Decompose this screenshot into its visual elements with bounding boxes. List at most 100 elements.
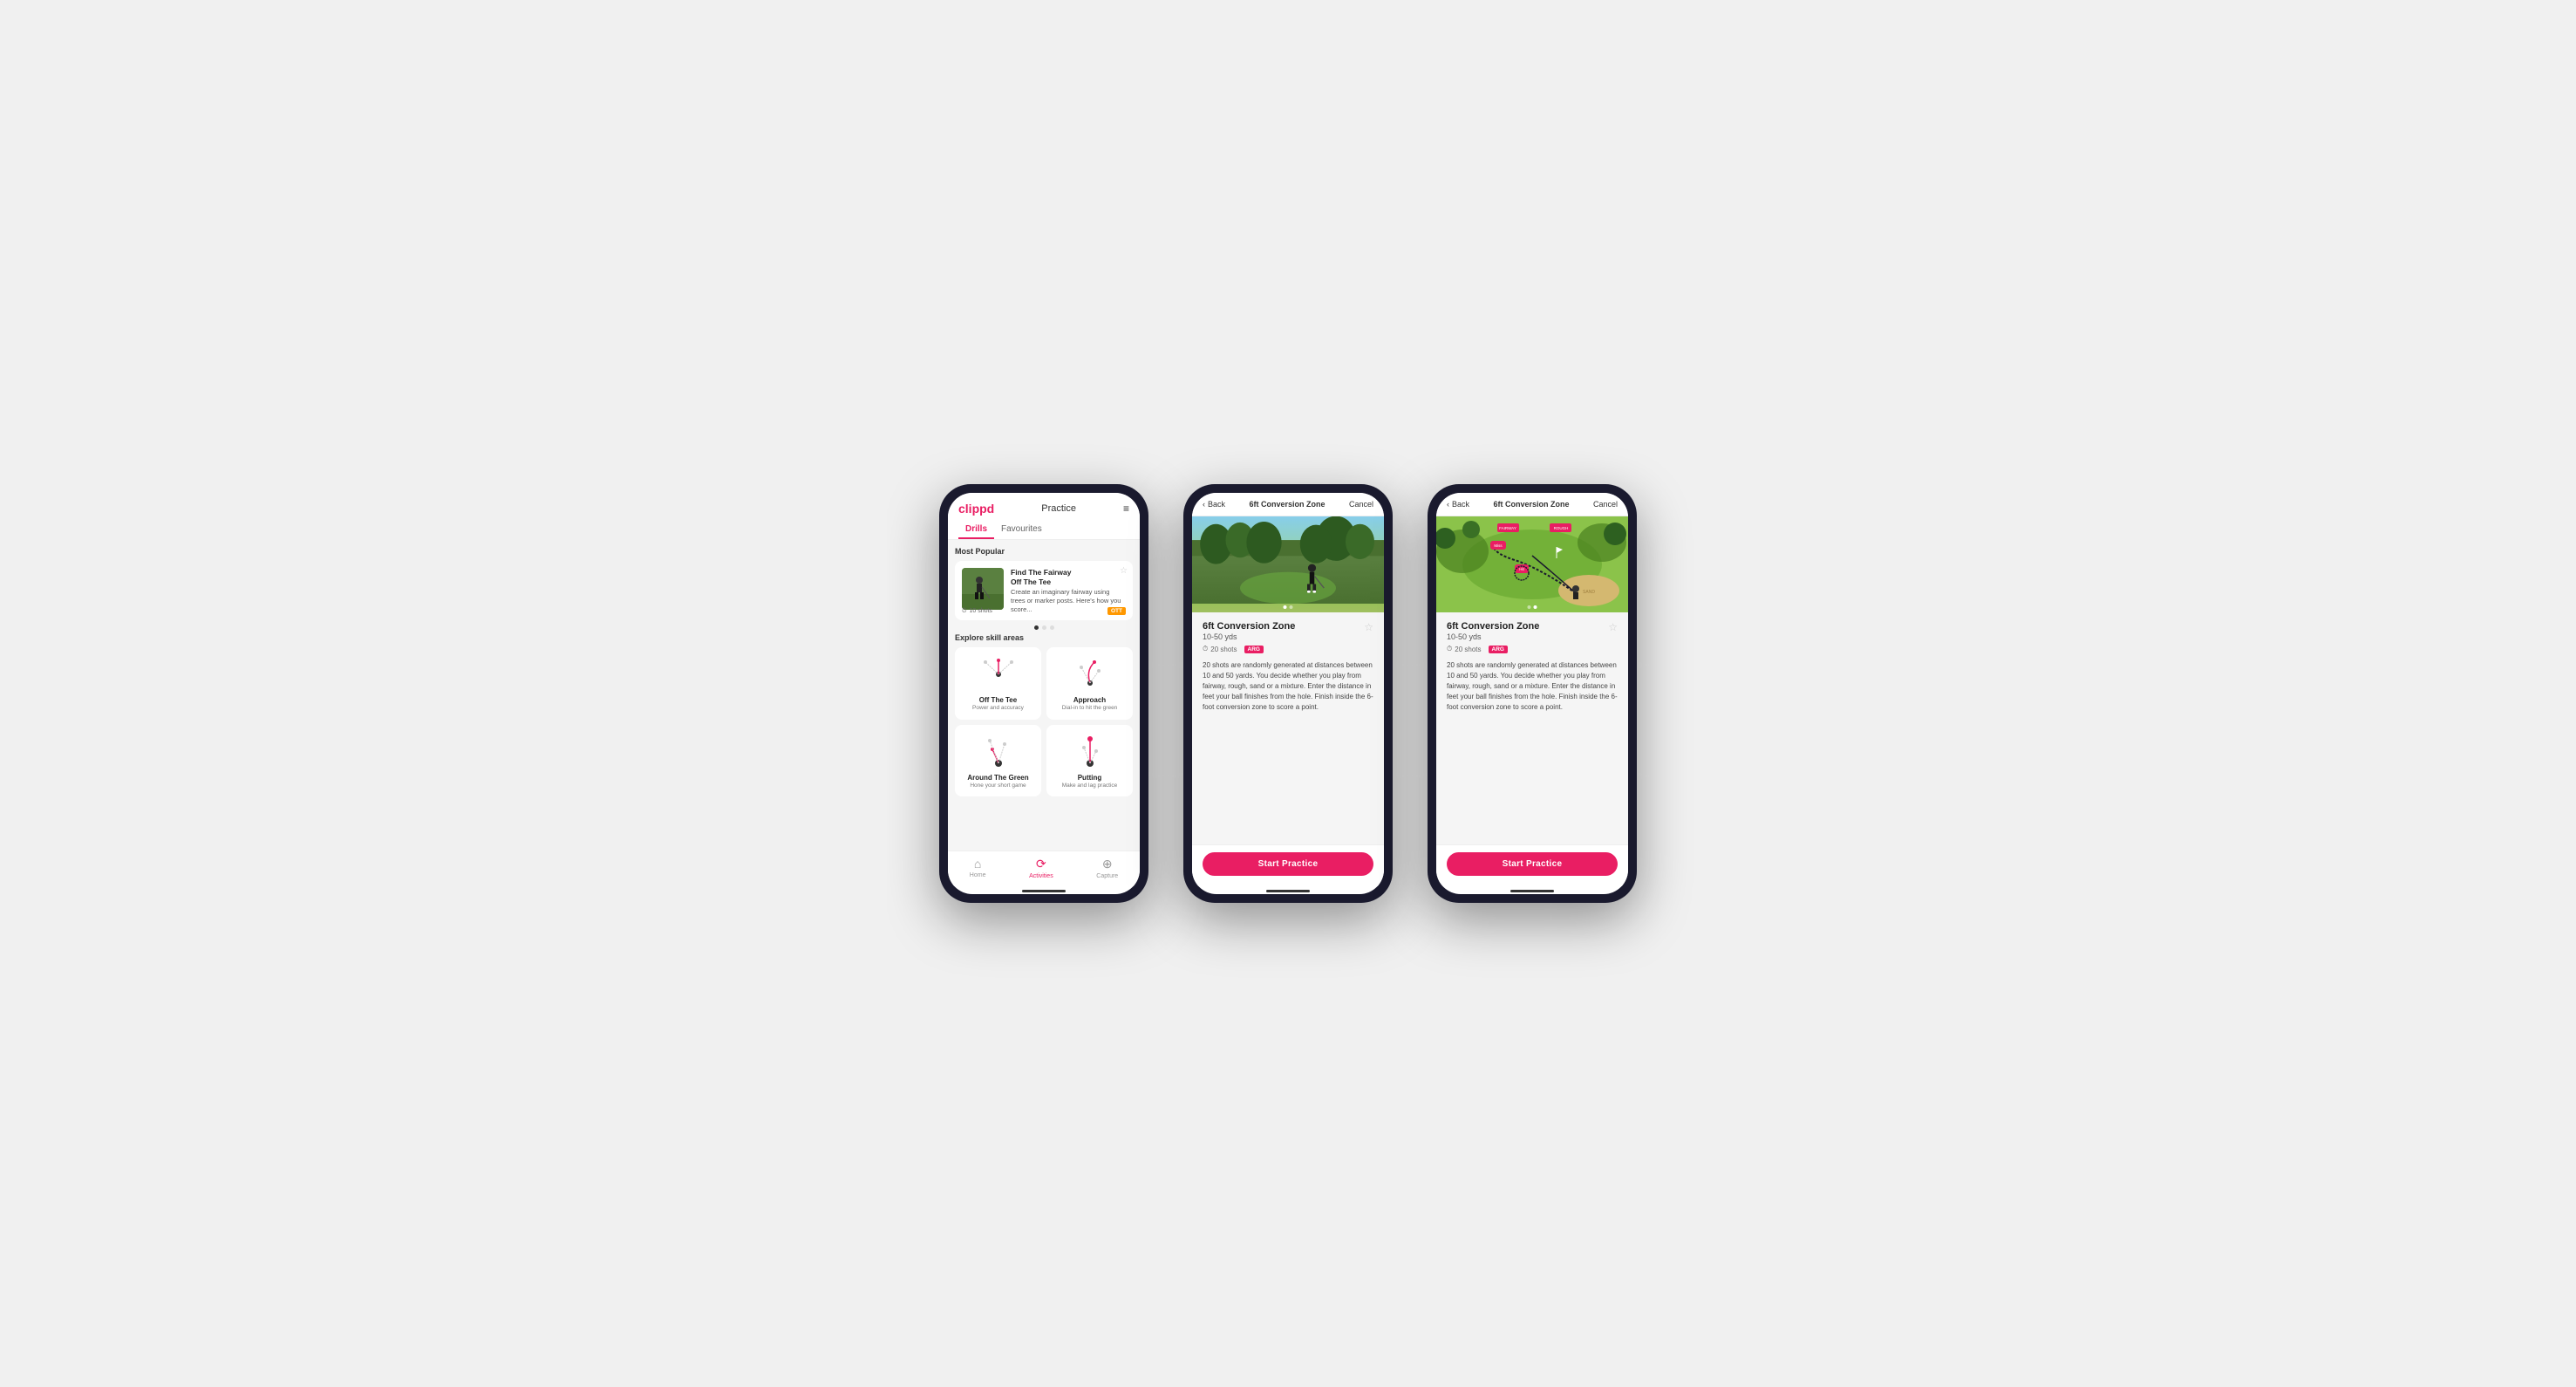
svg-text:Hit: Hit [1519,567,1524,571]
drill-detail-name-2: 6ft Conversion Zone [1203,621,1295,632]
home-icon: ⌂ [974,857,981,871]
skill-card-atg[interactable]: Around The Green Hone your short game [955,725,1041,796]
cancel-button-3[interactable]: Cancel [1593,500,1618,509]
nav-activities[interactable]: ⟳ Activities [1029,857,1053,879]
explore-label: Explore skill areas [955,633,1133,642]
drill-thumbnail [962,568,1004,610]
dot-1 [1034,625,1039,630]
screen-title: Practice [1041,503,1076,514]
tab-favourites[interactable]: Favourites [994,521,1049,539]
cancel-button-2[interactable]: Cancel [1349,500,1373,509]
tab-drills[interactable]: Drills [958,521,994,539]
clock-icon-2: ⏱ [1203,645,1208,653]
drill-detail-content-3: 6ft Conversion Zone 10-50 yds ☆ ⏱ 20 sho… [1436,612,1628,844]
approach-diagram [1068,654,1112,694]
detail-header-2: ‹ Back 6ft Conversion Zone Cancel [1192,493,1384,516]
skill-card-approach[interactable]: Approach Dial-in to hit the green [1046,647,1133,719]
drill-detail-meta-2: ⏱ 20 shots ARG [1203,645,1373,653]
skill-desc-ott: Power and accuracy [972,705,1024,712]
home-indicator [1022,890,1066,892]
clippd-logo: clippd [958,502,994,516]
nav-capture[interactable]: ⊕ Capture [1096,857,1118,879]
drill-detail-desc-3: 20 shots are randomly generated at dista… [1447,660,1618,713]
activities-icon: ⟳ [1036,857,1046,871]
phone-2-screen: ‹ Back 6ft Conversion Zone Cancel [1192,493,1384,894]
shots-meta: ⏱ 10 shots [962,608,992,615]
featured-drill-card[interactable]: Find The Fairway Off The Tee Create an i… [955,561,1133,620]
skill-desc-atg: Hone your short game [970,782,1026,789]
back-button-3[interactable]: ‹ Back [1447,500,1469,509]
bottom-nav: ⌂ Home ⟳ Activities ⊕ Capture [948,851,1140,886]
drill-tag-arg-3: ARG [1489,646,1508,653]
carousel-dots [955,625,1133,630]
drill-tag-arg-2: ARG [1244,646,1264,653]
most-popular-label: Most Popular [955,547,1133,556]
img-dot-3-2 [1534,605,1537,609]
start-practice-button-2[interactable]: Start Practice [1203,852,1373,876]
drill-detail-info-2: 6ft Conversion Zone 10-50 yds [1203,621,1295,641]
photo-svg [1192,516,1384,604]
capture-icon: ⊕ [1102,857,1113,871]
clock-icon: ⏱ [962,608,966,615]
drill-sub: Off The Tee [1011,577,1126,587]
img-dot-2 [1290,605,1293,609]
detail-star-3[interactable]: ☆ [1608,621,1618,633]
phones-container: clippd Practice ≡ Drills Favourites Most… [939,484,1637,903]
back-button-2[interactable]: ‹ Back [1203,500,1225,509]
back-label-3: Back [1452,500,1469,509]
nav-home[interactable]: ⌂ Home [970,857,986,879]
p1-header: clippd Practice ≡ Drills Favourites [948,493,1140,540]
activities-label: Activities [1029,873,1053,879]
atg-diagram [977,732,1020,771]
menu-icon[interactable]: ≡ [1123,502,1129,515]
skill-grid: Off The Tee Power and accuracy [955,647,1133,796]
svg-text:Miss: Miss [1494,543,1503,548]
shots-count-2: 20 shots [1210,646,1237,653]
drill-name: Find The Fairway [1011,568,1126,577]
phone-3-screen: ‹ Back 6ft Conversion Zone Cancel [1436,493,1628,894]
phone-1: clippd Practice ≡ Drills Favourites Most… [939,484,1148,903]
shots-count: 10 shots [969,608,992,614]
start-btn-container-3: Start Practice [1436,844,1628,886]
back-chevron-icon-3: ‹ [1447,500,1449,509]
putting-diagram [1068,732,1112,771]
drill-detail-top-3: 6ft Conversion Zone 10-50 yds ☆ [1447,621,1618,641]
dot-3 [1050,625,1054,630]
drill-detail-name-3: 6ft Conversion Zone [1447,621,1539,632]
drill-detail-range-3: 10-50 yds [1447,632,1539,641]
svg-text:FAIRWAY: FAIRWAY [1499,526,1516,530]
skill-card-putting[interactable]: Putting Make and lag practice [1046,725,1133,796]
shots-info-2: ⏱ 20 shots [1203,645,1237,653]
home-label: Home [970,872,986,878]
start-practice-button-3[interactable]: Start Practice [1447,852,1618,876]
favourite-star-icon[interactable]: ☆ [1120,566,1128,576]
skill-desc-approach: Dial-in to hit the green [1062,705,1118,712]
p1-content: Most Popular [948,540,1140,851]
drill-detail-content-2: 6ft Conversion Zone 10-50 yds ☆ ⏱ 20 sho… [1192,612,1384,844]
skill-card-ott[interactable]: Off The Tee Power and accuracy [955,647,1041,719]
img-dot-3-1 [1528,605,1531,609]
clock-icon-3: ⏱ [1447,645,1452,653]
detail-header-title-2: 6ft Conversion Zone [1249,500,1325,509]
home-indicator-3 [1510,890,1554,892]
img-dot-1 [1284,605,1287,609]
drill-tag-ott: OTT [1107,607,1126,615]
drill-detail-info-3: 6ft Conversion Zone 10-50 yds [1447,621,1539,641]
image-dots-2 [1284,605,1293,609]
svg-text:SAND: SAND [1583,590,1595,595]
phone-1-screen: clippd Practice ≡ Drills Favourites Most… [948,493,1140,894]
skill-name-atg: Around The Green [967,774,1028,782]
skill-desc-putting: Make and lag practice [1062,782,1118,789]
drill-map: SAND FAIRWAY ROUGH [1436,516,1628,612]
image-dots-3 [1528,605,1537,609]
home-indicator-2 [1266,890,1310,892]
phone-2: ‹ Back 6ft Conversion Zone Cancel [1183,484,1393,903]
skill-name-ott: Off The Tee [979,696,1017,704]
detail-header-3: ‹ Back 6ft Conversion Zone Cancel [1436,493,1628,516]
drill-detail-top-2: 6ft Conversion Zone 10-50 yds ☆ [1203,621,1373,641]
drill-thumb-svg [962,568,1004,610]
map-bg: SAND FAIRWAY ROUGH [1436,516,1628,612]
skill-name-approach: Approach [1073,696,1106,704]
detail-star-2[interactable]: ☆ [1364,621,1373,633]
ott-diagram [977,654,1020,694]
